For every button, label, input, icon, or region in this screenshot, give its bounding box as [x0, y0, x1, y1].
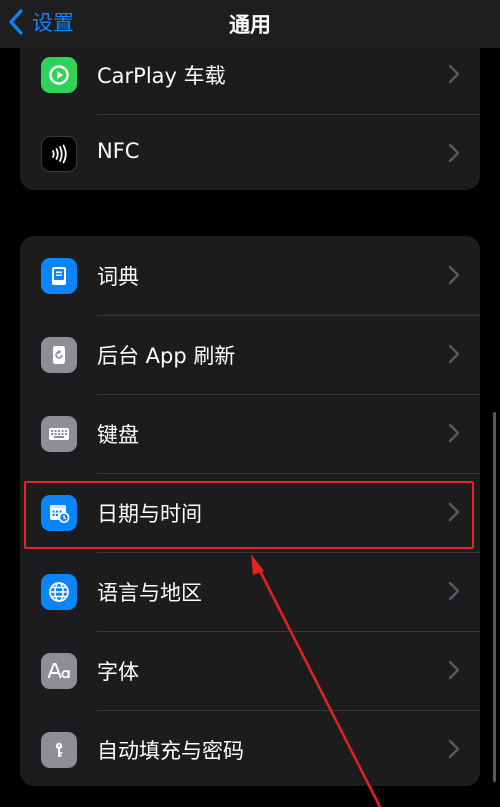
chevron-right-icon	[448, 423, 460, 443]
scroll-indicator[interactable]	[493, 412, 496, 782]
keyboard-icon	[41, 416, 77, 452]
chevron-right-icon	[448, 64, 460, 84]
settings-row-label: CarPlay 车载	[97, 64, 226, 88]
chevron-right-icon	[448, 502, 460, 522]
page-title: 通用	[229, 13, 271, 37]
fonts-icon	[41, 653, 77, 689]
settings-row-fonts[interactable]: 字体	[20, 632, 480, 710]
carplay-icon	[41, 57, 77, 93]
autofill-key-icon	[41, 732, 77, 768]
settings-row-label: 后台 App 刷新	[97, 344, 236, 368]
settings-row-autofill-passwords[interactable]: 自动填充与密码	[20, 711, 480, 786]
chevron-right-icon	[448, 581, 460, 601]
settings-row-label: NFC	[97, 139, 140, 163]
settings-row-nfc[interactable]: NFC	[20, 115, 480, 190]
settings-row-background-refresh[interactable]: 后台 App 刷新	[20, 316, 480, 394]
settings-row-date-time[interactable]: 日期与时间	[20, 474, 480, 552]
navigation-bar: 设置 通用	[0, 0, 500, 48]
settings-row-label: 语言与地区	[97, 581, 202, 605]
nfc-icon	[41, 136, 77, 172]
settings-row-dictionary[interactable]: 词典	[20, 237, 480, 315]
chevron-right-icon	[448, 344, 460, 364]
settings-row-label: 日期与时间	[97, 502, 202, 526]
globe-icon	[41, 574, 77, 610]
chevron-right-icon	[448, 739, 460, 759]
chevron-right-icon	[448, 660, 460, 680]
settings-row-language-region[interactable]: 语言与地区	[20, 553, 480, 631]
chevron-right-icon	[448, 265, 460, 285]
settings-row-label: 键盘	[97, 423, 139, 447]
chevron-right-icon	[448, 143, 460, 163]
settings-row-keyboard[interactable]: 键盘	[20, 395, 480, 473]
settings-group-general: 词典 后台 App 刷新 键盘 日期与时间 语言与地区 字体 自动填充与密码	[20, 236, 480, 786]
dictionary-icon	[41, 258, 77, 294]
date-time-icon	[41, 495, 77, 531]
background-refresh-icon	[41, 337, 77, 373]
settings-row-label: 自动填充与密码	[97, 739, 244, 763]
settings-row-label: 字体	[97, 660, 139, 684]
settings-row-label: 词典	[97, 265, 139, 289]
